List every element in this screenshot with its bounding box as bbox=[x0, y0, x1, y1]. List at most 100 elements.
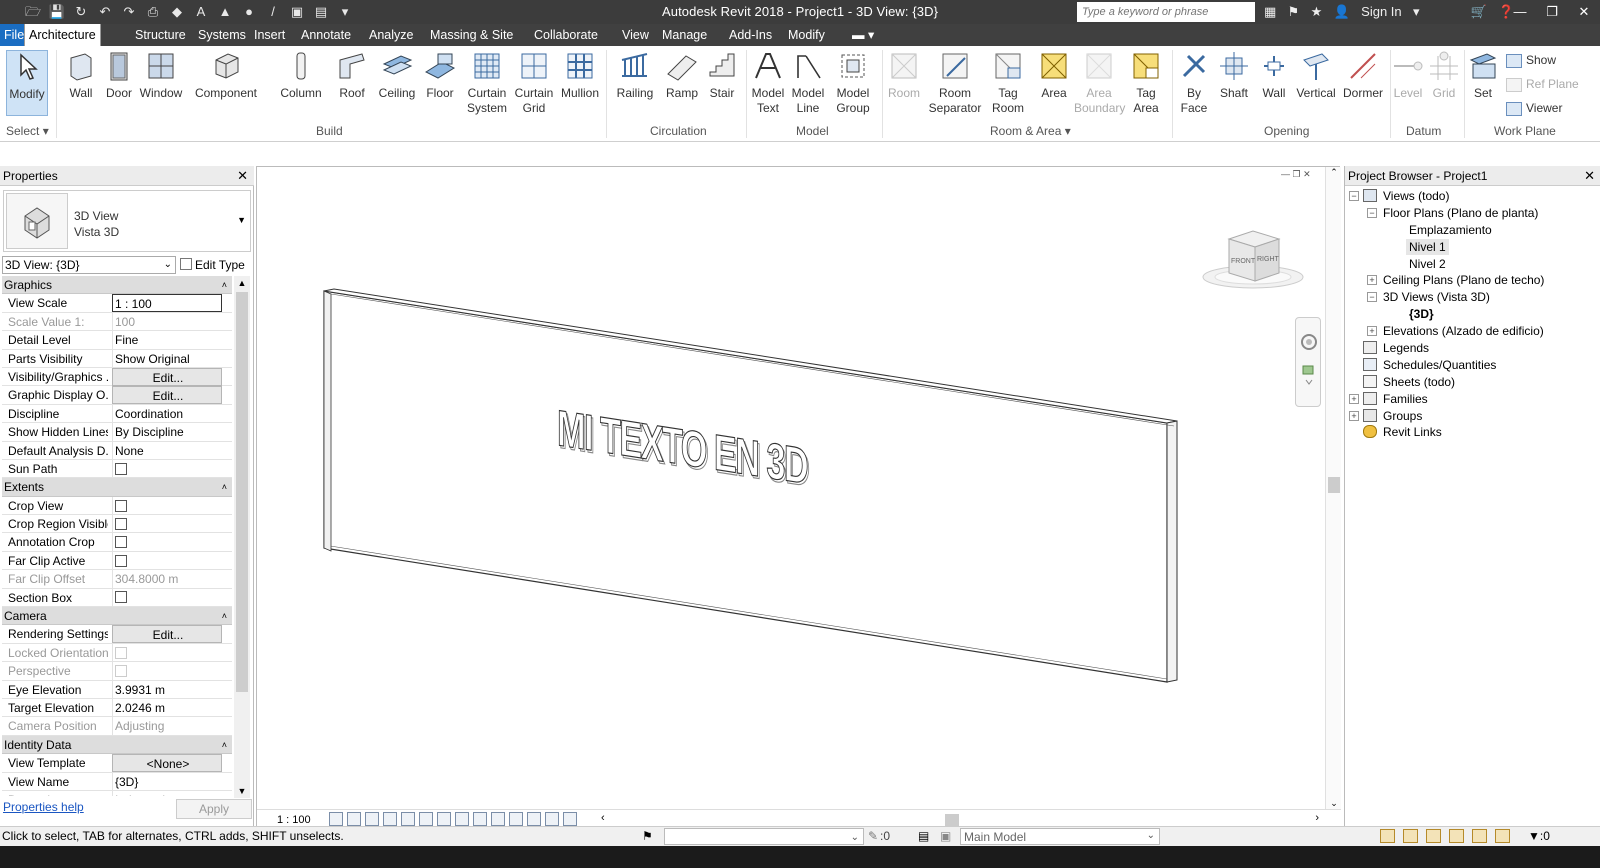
tab-structure[interactable]: Structure bbox=[131, 24, 190, 46]
property-edit-button[interactable]: Edit... bbox=[112, 367, 222, 386]
binoculars-icon[interactable]: ▦ bbox=[1264, 3, 1276, 21]
subscription-icon[interactable]: ⚑ bbox=[1288, 3, 1300, 21]
property-checkbox-cell[interactable] bbox=[112, 533, 222, 552]
component-button[interactable]: Component bbox=[190, 50, 262, 101]
scroll-right-icon[interactable]: › bbox=[1315, 812, 1319, 824]
tree-item[interactable]: + Elevations (Alzado de edificio) bbox=[1349, 323, 1597, 340]
edit-type-button[interactable]: Edit Type bbox=[180, 256, 245, 274]
model-text-button[interactable]: Model Text bbox=[748, 50, 788, 116]
floor-button[interactable]: Floor bbox=[420, 50, 460, 101]
property-checkbox-cell[interactable] bbox=[112, 515, 222, 534]
tree-item[interactable]: − Views (todo) bbox=[1349, 188, 1597, 205]
tree-item[interactable]: − Floor Plans (Plano de planta) bbox=[1349, 205, 1597, 222]
apply-button[interactable]: Apply bbox=[176, 799, 252, 819]
collapse-icon[interactable]: − bbox=[1367, 207, 1377, 218]
property-group-header[interactable]: Graphics ˄ bbox=[2, 276, 232, 295]
tree-item[interactable]: Sheets (todo) bbox=[1349, 374, 1597, 391]
ceiling-button[interactable]: Ceiling bbox=[374, 50, 420, 101]
scroll-thumb[interactable] bbox=[236, 292, 248, 692]
dormer-button[interactable]: Dormer bbox=[1340, 50, 1386, 101]
tree-item[interactable]: Nivel 2 bbox=[1349, 256, 1597, 273]
viewer-button[interactable]: Viewer bbox=[1506, 100, 1562, 116]
view-vertical-scrollbar[interactable]: ⌃ ⌄ bbox=[1325, 167, 1341, 809]
wall-button[interactable]: Wall bbox=[62, 50, 100, 101]
tree-item[interactable]: {3D} bbox=[1349, 306, 1597, 323]
checkbox[interactable] bbox=[115, 499, 127, 512]
door-button[interactable]: Door bbox=[100, 50, 138, 101]
tab-massing-site[interactable]: Massing & Site bbox=[426, 24, 517, 46]
collapse-icon[interactable]: ˄ bbox=[222, 276, 227, 294]
model-group-button[interactable]: Model Group bbox=[830, 50, 876, 116]
text-icon[interactable]: A bbox=[192, 3, 210, 21]
property-edit-button[interactable]: Edit... bbox=[112, 386, 222, 405]
scroll-up-icon[interactable]: ▲ bbox=[234, 278, 250, 288]
close-hidden-icon[interactable]: ▣ bbox=[288, 3, 306, 21]
3d-view-canvas[interactable]: MI TEXTO EN 3D MI TEXTO EN 3D FRONT RIGH… bbox=[256, 166, 1341, 829]
thin-lines-icon[interactable]: / bbox=[264, 3, 282, 21]
collapse-icon[interactable]: ˄ bbox=[222, 478, 227, 496]
property-value[interactable]: 1 : 100 bbox=[112, 294, 222, 313]
favorites-icon[interactable]: ★ bbox=[1311, 3, 1323, 21]
cart-icon[interactable]: 🛒 bbox=[1471, 3, 1487, 21]
crop-view-icon[interactable] bbox=[437, 812, 451, 826]
show-workplane-button[interactable]: Show bbox=[1506, 52, 1556, 68]
collapse-icon[interactable]: ˄ bbox=[222, 607, 227, 625]
close-icon[interactable]: ✕ bbox=[1568, 0, 1600, 24]
drag-elements-icon[interactable] bbox=[1472, 829, 1487, 843]
sync-icon[interactable]: ↻ bbox=[72, 3, 90, 21]
room-button[interactable]: Room bbox=[884, 50, 924, 101]
tab-view[interactable]: View bbox=[618, 24, 653, 46]
design-options-icon[interactable]: ▤ bbox=[918, 827, 929, 846]
property-group-header[interactable]: Identity Data ˄ bbox=[2, 735, 232, 755]
close-icon[interactable]: ✕ bbox=[1584, 166, 1595, 186]
restore-icon[interactable]: ❐ bbox=[1536, 0, 1568, 24]
viewcube[interactable]: FRONT RIGHT bbox=[1202, 230, 1304, 289]
mullion-button[interactable]: Mullion bbox=[556, 50, 604, 101]
background-processes-icon[interactable] bbox=[1495, 829, 1510, 843]
save-icon[interactable]: 💾 bbox=[48, 3, 66, 21]
type-selector[interactable]: 3D View Vista 3D ▼ bbox=[3, 190, 251, 252]
tab-manage[interactable]: Manage bbox=[658, 24, 711, 46]
level-button[interactable]: Level bbox=[1390, 50, 1426, 101]
tab-add-ins[interactable]: Add-Ins bbox=[725, 24, 776, 46]
property-value[interactable]: 2.0246 m bbox=[112, 698, 222, 717]
scroll-up-icon[interactable]: ⌃ bbox=[1326, 167, 1342, 178]
railing-button[interactable]: Railing bbox=[610, 50, 660, 101]
restore-icon[interactable]: ❐ bbox=[1293, 169, 1301, 179]
highlight-displacement-icon[interactable] bbox=[545, 812, 559, 826]
property-value[interactable]: Coordination bbox=[112, 404, 222, 423]
ribbon-options-icon[interactable]: ▬ ▾ bbox=[848, 24, 878, 46]
modify-button[interactable]: Modify bbox=[6, 50, 48, 116]
tab-annotate[interactable]: Annotate bbox=[297, 24, 355, 46]
tab-modify[interactable]: Modify bbox=[784, 24, 829, 46]
tag-room-button[interactable]: Tag Room bbox=[986, 50, 1030, 116]
worksets-icon[interactable]: ⚑ bbox=[642, 827, 653, 846]
area-boundary-button[interactable]: Area Boundary bbox=[1074, 50, 1125, 116]
sun-path-icon[interactable] bbox=[365, 812, 379, 826]
room-separator-button[interactable]: Room Separator bbox=[924, 50, 986, 116]
sign-in-dropdown-icon[interactable]: ▾ bbox=[1413, 3, 1420, 21]
search-input[interactable] bbox=[1077, 2, 1255, 22]
select-by-face-icon[interactable] bbox=[1449, 829, 1464, 843]
set-workplane-button[interactable]: Set bbox=[1466, 50, 1500, 101]
tab-systems[interactable]: Systems bbox=[194, 24, 250, 46]
shaft-button[interactable]: Shaft bbox=[1214, 50, 1254, 101]
3d-view-icon[interactable]: ▲ bbox=[216, 3, 234, 21]
by-face-button[interactable]: By Face bbox=[1174, 50, 1214, 116]
property-value[interactable]: None bbox=[112, 441, 222, 460]
scroll-left-icon[interactable]: ‹ bbox=[601, 812, 605, 824]
tree-item[interactable]: Revit Links bbox=[1349, 424, 1597, 441]
checkbox[interactable] bbox=[115, 462, 127, 475]
tree-item[interactable]: + Ceiling Plans (Plano de techo) bbox=[1349, 272, 1597, 289]
qat-dropdown-icon[interactable]: ▾ bbox=[336, 3, 354, 21]
tab-architecture[interactable]: Architecture bbox=[24, 24, 101, 46]
scroll-thumb[interactable] bbox=[945, 814, 959, 826]
property-value[interactable]: Show Original bbox=[112, 349, 222, 368]
wall-opening-button[interactable]: Wall bbox=[1254, 50, 1294, 101]
open-icon[interactable]: 🗁 bbox=[24, 3, 42, 21]
curtain-grid-button[interactable]: Curtain Grid bbox=[512, 50, 556, 116]
tab-analyze[interactable]: Analyze bbox=[365, 24, 417, 46]
tree-item[interactable]: −3D Views (Vista 3D) bbox=[1349, 289, 1597, 306]
measure-icon[interactable]: ◆ bbox=[168, 3, 186, 21]
tree-item[interactable]: + Groups bbox=[1349, 408, 1597, 425]
